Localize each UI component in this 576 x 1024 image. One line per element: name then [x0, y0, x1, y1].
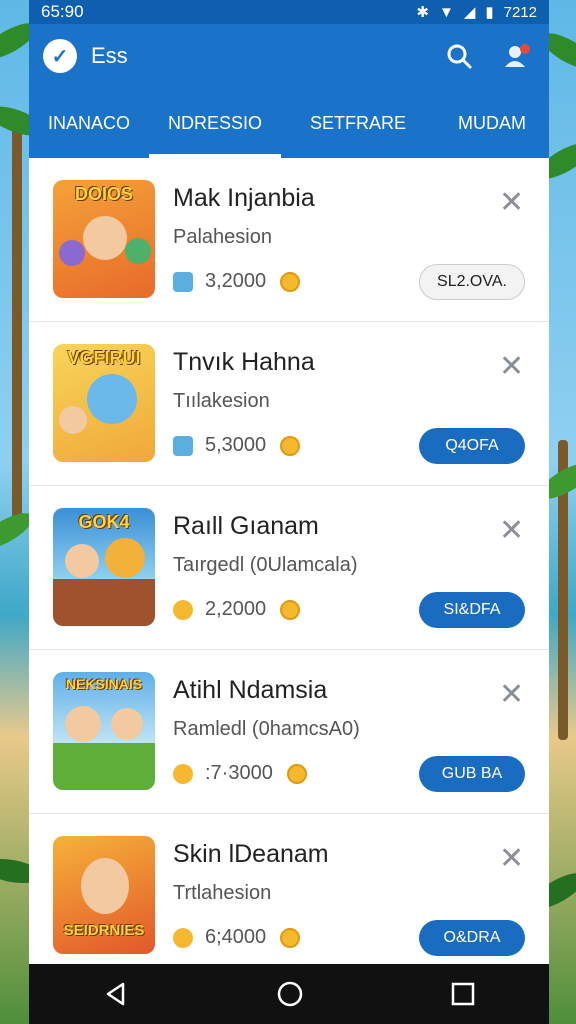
battery-icon: ▮ — [485, 4, 494, 21]
app-thumbnail: VGFIRUI — [53, 344, 155, 462]
app-name: Skin lDeanam — [173, 840, 329, 868]
coin-icon — [173, 927, 193, 948]
app-subtitle: Tıılakesion — [173, 390, 270, 412]
app-subtitle: Trtlahesion — [173, 882, 272, 904]
thumbnail-title: GOK4 — [78, 512, 130, 532]
close-icon[interactable]: ✕ — [499, 352, 524, 382]
status-right-text: 7212 — [503, 3, 537, 21]
app-value: 6;4000 — [205, 926, 267, 948]
app-title: Ess — [91, 43, 128, 68]
thumbnail-title: NEKSINAIS — [65, 676, 143, 692]
status-time: 65:90 — [41, 2, 84, 21]
wifi-icon: ▼ — [438, 3, 454, 21]
tab-inanaco[interactable]: INANACO — [29, 88, 149, 158]
action-button[interactable]: Q4OFA — [419, 428, 525, 464]
app-meta: 2,2000 — [173, 598, 301, 621]
check-icon[interactable]: ✓ — [43, 39, 77, 73]
tab-mudam[interactable]: MUDAM — [435, 88, 549, 158]
app-thumbnail: DOIOS — [53, 180, 155, 298]
app-subtitle: Ramledl (0hamcsA0) — [173, 718, 360, 740]
app-subtitle: Taırgedl (0Ulamcala) — [173, 554, 358, 576]
action-button[interactable]: GUB BA — [419, 756, 525, 792]
home-icon[interactable] — [276, 980, 304, 1008]
thumbnail-title: VGFIRUI — [67, 348, 141, 368]
coin-icon — [280, 599, 301, 620]
app-name: Raıll Gıanam — [173, 512, 319, 540]
signal-icon: ◢ — [463, 4, 476, 21]
close-icon[interactable]: ✕ — [499, 680, 524, 710]
app-meta: :7·3000 — [173, 762, 307, 785]
background-scenery-left — [0, 0, 30, 1024]
list-item[interactable]: NEKSINAIS Atihl Ndamsia Ramledl (0hamcsA… — [29, 650, 549, 814]
search-icon — [447, 44, 472, 69]
account-icon — [505, 44, 530, 67]
app-meta: 6;4000 — [173, 926, 301, 949]
app-list: DOIOS Mak Injanbia Palahesion 3,2000 ✕ S… — [29, 158, 549, 978]
app-meta: 3,2000 — [173, 270, 301, 293]
coin-icon — [286, 763, 307, 784]
action-button[interactable]: O&DRA — [419, 920, 525, 956]
coin-icon — [280, 271, 301, 292]
action-button[interactable]: SI&DFA — [419, 592, 525, 628]
coin-icon — [280, 435, 301, 456]
app-value: 2,2000 — [205, 598, 267, 620]
status-bar: 65:90 ✱ ▼ ◢ ▮ 7212 — [29, 0, 549, 24]
recents-icon[interactable] — [451, 982, 475, 1006]
action-button[interactable]: SL2.OVA. — [419, 264, 525, 300]
app-name: Mak Injanbia — [173, 184, 315, 212]
close-icon[interactable]: ✕ — [499, 516, 524, 546]
app-meta: 5,3000 — [173, 434, 301, 457]
coin-icon — [280, 927, 301, 948]
coin-icon — [173, 599, 193, 620]
tab-setfrare[interactable]: SETFRARE — [281, 88, 435, 158]
app-value: 3,2000 — [205, 270, 267, 292]
close-icon[interactable]: ✕ — [499, 844, 524, 874]
thumbnail-title: DOIOS — [74, 184, 133, 204]
list-item[interactable]: VGFIRUI Tnvık Hahna Tıılakesion 5,3000 ✕… — [29, 322, 549, 486]
close-icon[interactable]: ✕ — [499, 188, 524, 218]
app-subtitle: Palahesion — [173, 226, 272, 248]
list-item[interactable]: SEIDRNIES Skin lDeanam Trtlahesion 6;400… — [29, 814, 549, 978]
thumbnail-title: SEIDRNIES — [63, 922, 145, 939]
coin-icon — [173, 763, 193, 784]
navigation-bar — [29, 964, 549, 1024]
search-button[interactable] — [441, 38, 477, 74]
settings-icon: ✱ — [416, 4, 429, 21]
app-name: Atihl Ndamsia — [173, 676, 328, 704]
account-button[interactable] — [499, 38, 535, 74]
app-value: :7·3000 — [205, 762, 273, 784]
basket-icon — [173, 271, 193, 292]
basket-icon — [173, 435, 193, 456]
back-icon[interactable] — [103, 981, 129, 1007]
background-scenery-right — [548, 0, 576, 1024]
phone-screen: 65:90 ✱ ▼ ◢ ▮ 7212 ✓ Ess INANACO NDRESSI… — [29, 0, 549, 1024]
app-value: 5,3000 — [205, 434, 267, 456]
app-thumbnail: GOK4 — [53, 508, 155, 626]
app-thumbnail: NEKSINAIS — [53, 672, 155, 790]
tab-bar: INANACO NDRESSIO SETFRARE MUDAM — [29, 88, 549, 158]
list-item[interactable]: GOK4 Raıll Gıanam Taırgedl (0Ulamcala) 2… — [29, 486, 549, 650]
app-thumbnail: SEIDRNIES — [53, 836, 155, 954]
app-name: Tnvık Hahna — [173, 348, 315, 376]
app-bar: ✓ Ess — [29, 24, 549, 88]
tab-ndressio[interactable]: NDRESSIO — [149, 88, 281, 158]
list-item[interactable]: DOIOS Mak Injanbia Palahesion 3,2000 ✕ S… — [29, 158, 549, 322]
